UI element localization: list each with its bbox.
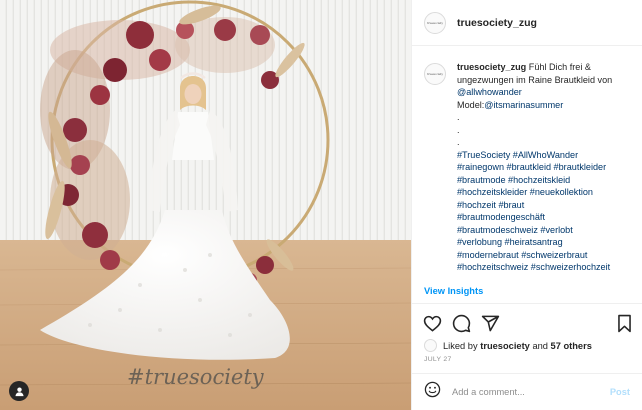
- model-mention-link[interactable]: @itsmarinasummer: [484, 100, 563, 110]
- liker-avatar[interactable]: [424, 339, 437, 352]
- caption-dot: .: [457, 137, 460, 147]
- comment-button[interactable]: [452, 314, 471, 338]
- like-button[interactable]: [423, 314, 442, 338]
- hashtag-line[interactable]: #brautmodengeschäft: [457, 211, 638, 224]
- caption-body: truesociety_zug Fühl Dich frei & ungezwu…: [457, 61, 638, 274]
- share-button[interactable]: [481, 314, 500, 338]
- avatar[interactable]: truesociety: [424, 11, 446, 34]
- hashtag-line[interactable]: #hochzeitskleider #neuekollektion: [457, 186, 638, 199]
- caption: truesociety truesociety_zug Fühl Dich fr…: [424, 61, 638, 274]
- comment-icon: [452, 314, 471, 333]
- mention-link[interactable]: @allwhowander: [457, 87, 522, 97]
- caption-avatar[interactable]: truesociety: [424, 63, 446, 85]
- liked-prefix: Liked by: [443, 340, 478, 351]
- hashtag-line[interactable]: #brautmodeschweiz #verlobt: [457, 224, 638, 237]
- photo-watermark: #truesociety: [127, 365, 265, 389]
- divider: [412, 303, 642, 304]
- hashtag-line[interactable]: #TrueSociety #AllWhoWander: [457, 149, 638, 162]
- comment-input[interactable]: Add a comment...: [452, 387, 610, 397]
- hashtag-line[interactable]: #rainegown #brautkleid #brautkleider: [457, 161, 638, 174]
- hashtag-line[interactable]: #verlobung #heiratsantrag: [457, 236, 638, 249]
- comment-bar: Add a comment... Post: [424, 381, 630, 403]
- bridal-photo-illustration: #truesociety: [0, 0, 411, 410]
- hashtag-line[interactable]: #modernebraut #schweizerbraut: [457, 249, 638, 262]
- hashtag-line[interactable]: #hochzeit #braut: [457, 199, 638, 212]
- bookmark-icon: [618, 314, 631, 333]
- liker-username[interactable]: truesociety: [480, 341, 530, 351]
- post-header: truesociety truesociety_zug: [412, 0, 642, 46]
- hashtag-line[interactable]: #brautmode #hochzeitskleid: [457, 174, 638, 187]
- model-label: Model:: [457, 99, 485, 110]
- action-bar: [423, 314, 633, 334]
- save-button[interactable]: [616, 314, 633, 338]
- likes-others[interactable]: 57 others: [551, 341, 592, 351]
- post-side-panel: truesociety truesociety_zug truesociety …: [411, 0, 642, 410]
- user-tag-button[interactable]: [9, 381, 29, 401]
- hashtag-line[interactable]: #hochzeitschweiz #schweizerhochzeit: [457, 261, 638, 274]
- caption-username[interactable]: truesociety_zug: [457, 62, 526, 72]
- liked-and: and: [532, 340, 548, 351]
- post-date[interactable]: JULY 27: [424, 356, 452, 363]
- header-username[interactable]: truesociety_zug: [457, 17, 537, 29]
- share-icon: [481, 315, 500, 332]
- likes-summary: Liked by truesociety and 57 others: [424, 339, 592, 352]
- post-comment-button[interactable]: Post: [610, 387, 630, 397]
- caption-dot: .: [457, 124, 460, 135]
- heart-icon: [423, 315, 442, 332]
- divider: [412, 373, 642, 374]
- emoji-icon: [424, 381, 441, 398]
- user-tag-icon: [14, 386, 24, 396]
- caption-dot: .: [457, 112, 460, 122]
- view-insights-link[interactable]: View Insights: [424, 286, 483, 296]
- post-photo[interactable]: #truesociety: [0, 0, 411, 410]
- emoji-button[interactable]: [424, 381, 441, 403]
